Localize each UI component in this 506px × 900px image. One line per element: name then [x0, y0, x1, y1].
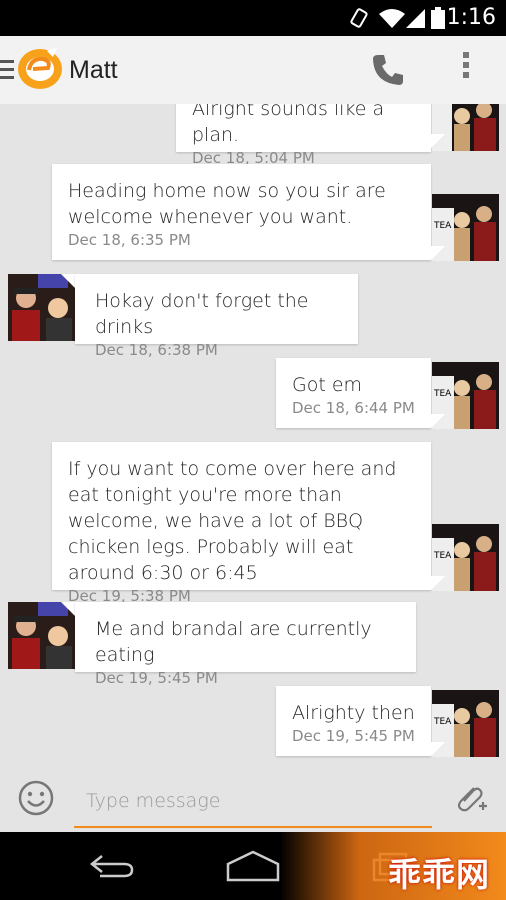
phone-icon[interactable] [370, 52, 406, 88]
message-item: Alrighty then Dec 19, 5:45 PM TEA [0, 686, 506, 758]
signal-icon [406, 9, 425, 28]
message-text: Me and brandal are currently eating [95, 618, 372, 666]
home-icon[interactable] [226, 850, 280, 882]
svg-text:TEA: TEA [433, 717, 452, 727]
bubble-tail [431, 414, 445, 428]
message-bubble[interactable]: Heading home now so you sir are welcome … [52, 164, 431, 260]
message-text: Alright sounds like a plan. [192, 104, 385, 146]
bubble-tail [61, 274, 75, 288]
emoji-icon[interactable] [18, 780, 54, 816]
watermark-text: 乖乖网 [388, 855, 490, 894]
message-time: Dec 18, 6:35 PM [68, 231, 191, 249]
message-text: If you want to come over here and eat to… [68, 458, 397, 584]
svg-text:TEA: TEA [433, 221, 452, 231]
bubble-tail [61, 602, 75, 616]
message-input[interactable] [74, 776, 432, 828]
menu-icon[interactable] [0, 60, 14, 80]
message-text: Hokay don't forget the drinks [95, 290, 309, 338]
contact-name: Matt [69, 56, 118, 84]
status-time: 1:16 [446, 5, 496, 30]
message-list[interactable]: Alright sounds like a plan. Dec 18, 5:04… [0, 104, 506, 768]
message-time: Dec 19, 5:45 PM [95, 669, 218, 687]
overflow-menu-icon[interactable] [460, 52, 472, 88]
app-logo-icon[interactable] [17, 48, 63, 90]
message-text: Alrighty then [292, 702, 415, 724]
battery-icon [431, 7, 445, 29]
message-time: Dec 19, 5:45 PM [292, 727, 415, 745]
message-item: Got em Dec 18, 6:44 PM TEA [0, 358, 506, 429]
vibrate-icon [350, 8, 368, 28]
message-item: Alright sounds like a plan. Dec 18, 5:04… [0, 104, 506, 167]
message-text: Got em [292, 374, 363, 396]
wifi-icon [379, 9, 405, 28]
message-text: Heading home now so you sir are welcome … [68, 180, 386, 228]
back-icon[interactable] [88, 850, 136, 882]
svg-text:TEA: TEA [433, 389, 452, 399]
message-time: Dec 18, 6:44 PM [292, 399, 415, 417]
message-item: If you want to come over here and eat to… [0, 442, 506, 605]
bubble-tail [431, 742, 445, 756]
message-bubble[interactable]: If you want to come over here and eat to… [52, 442, 431, 605]
message-bubble[interactable]: Me and brandal are currently eating Dec … [75, 602, 416, 687]
bubble-tail [431, 134, 445, 148]
action-bar: Matt [0, 36, 506, 104]
message-bubble[interactable]: Alrighty then Dec 19, 5:45 PM [276, 686, 431, 756]
compose-bar [0, 768, 506, 832]
message-item: Heading home now so you sir are welcome … [0, 164, 506, 262]
bubble-tail [431, 576, 445, 590]
message-time: Dec 18, 6:38 PM [95, 341, 218, 359]
message-item: Hokay don't forget the drinks Dec 18, 6:… [0, 274, 506, 359]
svg-text:TEA: TEA [433, 551, 452, 561]
status-bar: 1:16 [0, 0, 506, 36]
message-bubble[interactable]: Alright sounds like a plan. Dec 18, 5:04… [176, 104, 431, 167]
bubble-tail [431, 246, 445, 260]
message-bubble[interactable]: Hokay don't forget the drinks Dec 18, 6:… [75, 274, 358, 359]
attach-icon[interactable] [452, 780, 488, 816]
message-item: Me and brandal are currently eating Dec … [0, 602, 506, 687]
message-bubble[interactable]: Got em Dec 18, 6:44 PM [276, 358, 431, 428]
